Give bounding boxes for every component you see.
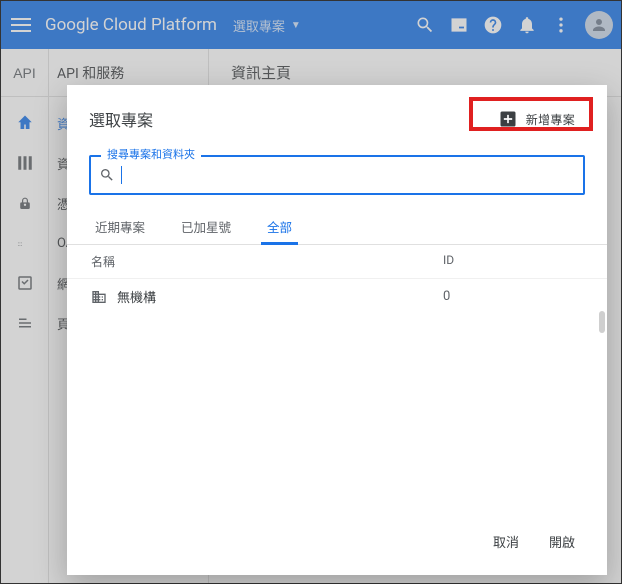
row-name: 無機構 [117,287,443,306]
scrollbar-thumb[interactable] [599,311,605,333]
cancel-button[interactable]: 取消 [489,526,523,557]
tab-all[interactable]: 全部 [263,209,296,244]
select-project-dialog: 選取專案 新增專案 搜尋專案和資料夾 近期專案 已加星號 全部 名稱 ID [67,85,607,575]
open-button[interactable]: 開啟 [545,526,579,557]
row-id: 0 [443,289,583,304]
table-body: 無機構 0 [67,279,607,512]
org-icon [91,289,107,305]
table-header: 名稱 ID [67,245,607,279]
col-name-header: 名稱 [91,253,443,270]
project-tabs: 近期專案 已加星號 全部 [67,203,607,245]
new-project-button[interactable]: 新增專案 [488,103,585,135]
tab-starred[interactable]: 已加星號 [177,209,235,244]
table-row[interactable]: 無機構 0 [67,279,607,314]
tab-recent[interactable]: 近期專案 [91,209,149,244]
new-project-label: 新增專案 [526,111,575,128]
add-box-icon [498,109,518,129]
search-input[interactable] [122,168,575,183]
search-legend: 搜尋專案和資料夾 [101,146,201,162]
dialog-title: 選取專案 [89,107,153,131]
col-id-header: ID [443,253,583,270]
search-icon [99,167,115,183]
